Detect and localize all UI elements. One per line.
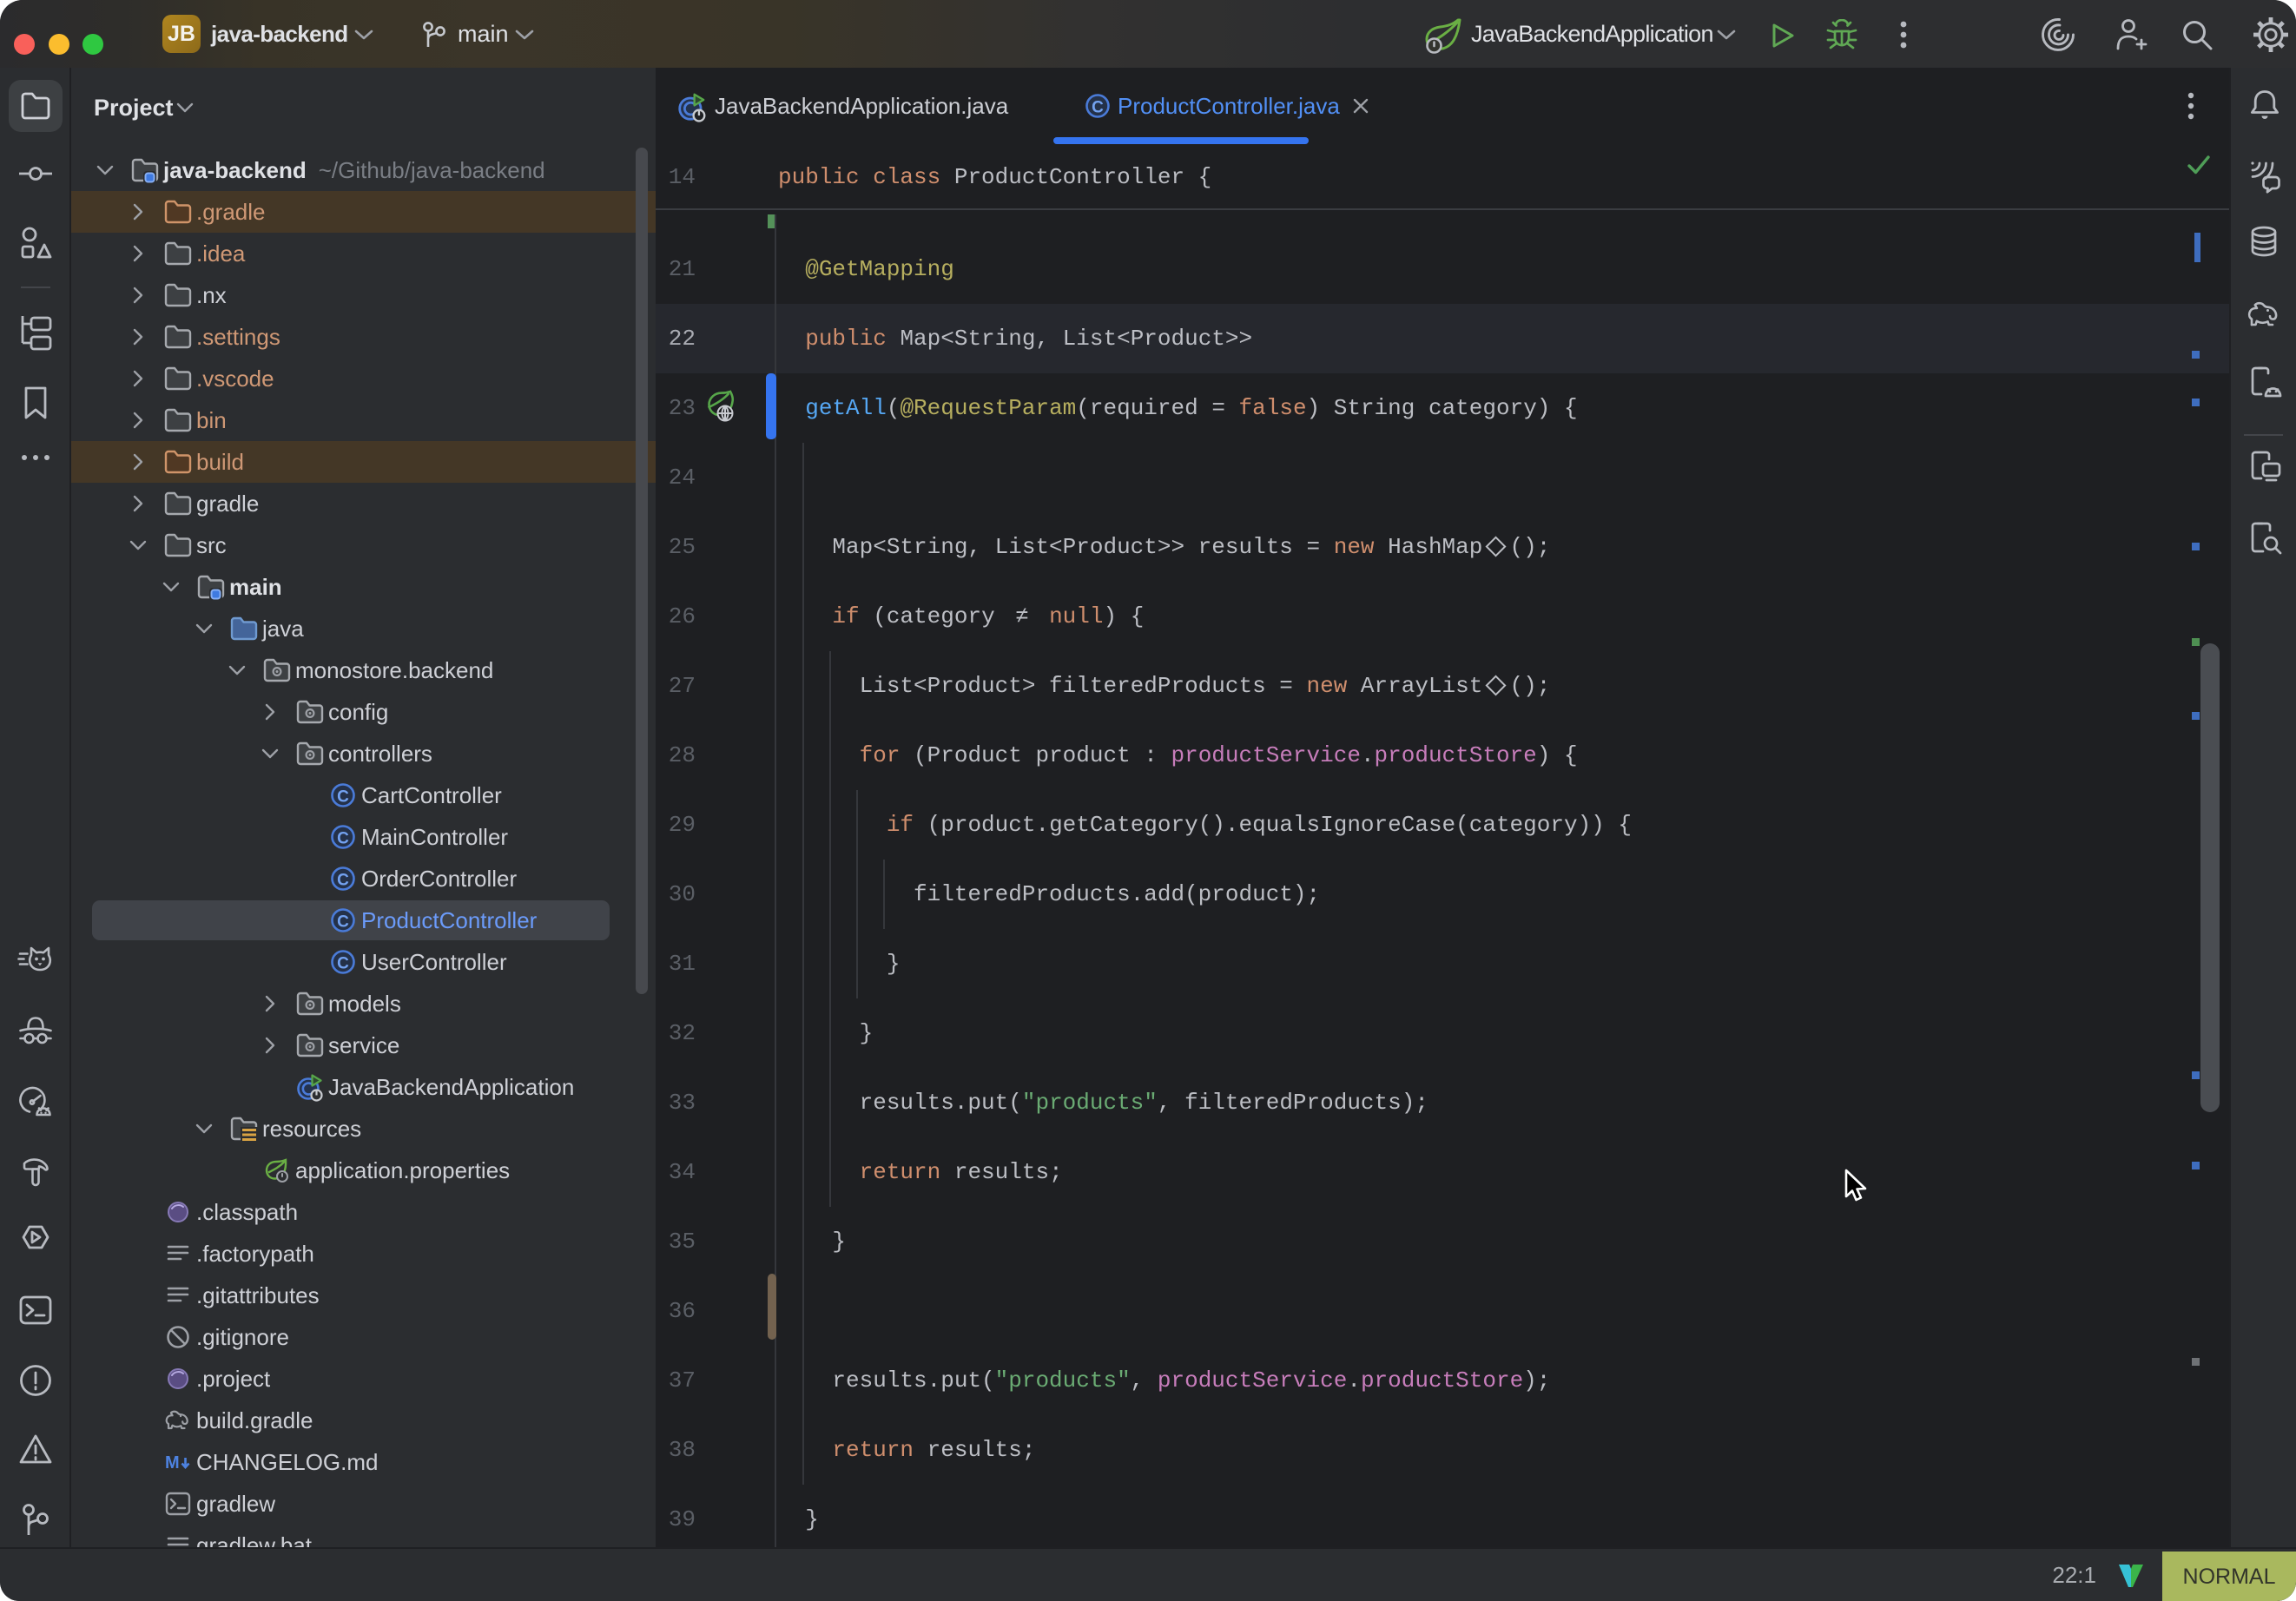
svg-text:M: M [165,1453,180,1473]
svg-text:C: C [337,955,349,973]
svg-text:C: C [337,788,349,807]
svg-text:C: C [337,830,349,848]
svg-text:C: C [1092,99,1104,117]
svg-text:C: C [337,872,349,890]
svg-text:C: C [337,913,349,932]
